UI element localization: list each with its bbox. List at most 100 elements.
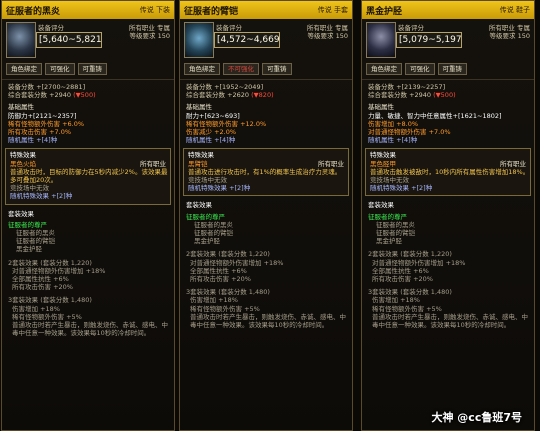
score-value: [5,640~5,821]: [36, 32, 102, 48]
effect-description: 普通攻击进行攻击时，有1%的概率生成治疗力灵魂。: [188, 167, 342, 176]
effect-pvp-note: 竞技场中无效: [10, 184, 49, 193]
set-item: 征服者的臂铠: [16, 237, 55, 246]
special-effect-box: 特殊效果 黑臂铠 所有职业 普通攻击进行攻击时，有1%的概率生成治疗力灵魂。 竞技…: [183, 148, 349, 197]
set2-header: 2套装效果 (套装分数 1,220): [368, 250, 452, 259]
item-tooltip-panel: 征服者的黑炎 传说 下装 装备评分 [5,640~5,821] 所有职业 专属 …: [1, 0, 175, 431]
set-score-line: 综合套装分数 +2940 (▼500): [8, 91, 96, 100]
set3-line: 稀有怪物额外伤害 +5%: [12, 312, 82, 321]
effect-description: 普通攻击时，目标的防御力在5秒内减少2%。该效果最多可叠加20次。: [10, 167, 168, 185]
set2-line: 全部属性抗性 +6%: [190, 266, 247, 275]
set-item: 黑金护胫: [16, 245, 42, 254]
score-value: [5,079~5,197]: [396, 32, 462, 48]
reforge-status-badge: 可重铸: [262, 63, 292, 75]
set-score-delta: (▼500): [433, 91, 456, 100]
effect-description: 普通攻击触发被敌时，10秒内所有属性伤害增加18%。: [370, 167, 530, 176]
set3-line: 伤害增加 +18%: [12, 304, 60, 313]
set-name: 征服者的尊严: [186, 212, 225, 221]
set3-line: 伤害增加 +18%: [190, 296, 238, 305]
score-label: 装备评分: [38, 24, 64, 32]
item-name: 黑金护胫: [366, 6, 403, 17]
item-rarity-slot: 传说 手套: [317, 6, 348, 14]
equip-score-line: 装备分数 +[2139~2257]: [368, 83, 446, 91]
random-attr-line: 随机属性 +[4]种: [368, 136, 418, 145]
set3-line: 普通攻击时若产生暴击，则触发烧伤、赤诚、感电、中毒中任意一种效果。该效果每10秒…: [190, 312, 346, 330]
set-item: 征服者的黑炎: [376, 220, 415, 229]
random-effect-line: 随机特殊效果 +[2]种: [10, 192, 73, 201]
set3-line: 稀有怪物额外伤害 +5%: [372, 304, 442, 313]
set-item: 征服者的黑炎: [194, 220, 233, 229]
base-attr-line: 耐力+[623~693]: [186, 111, 240, 120]
base-attr-title: 基础属性: [186, 103, 212, 112]
set-score-line: 综合套装分数 +2620 (▼820): [186, 91, 274, 100]
special-effect-box: 特殊效果 黑色火焰 所有职业 普通攻击时，目标的防御力在5秒内减少2%。该效果最多…: [5, 148, 171, 205]
bonus-attr-line: 稀有怪物额外伤害 +12.0%: [186, 119, 267, 128]
effect-name: 黑臂铠: [188, 159, 208, 168]
special-effect-title: 特殊效果: [370, 151, 396, 160]
set-item: 征服者的黑炎: [16, 229, 55, 238]
set3-line: 普通攻击时若产生暴击，则触发烧伤、赤诚、感电、中毒中任意一种效果。该效果每10秒…: [372, 312, 528, 330]
base-attr-title: 基础属性: [368, 103, 394, 112]
effect-name: 黑色火焰: [10, 159, 36, 168]
set-item: 征服者的臂铠: [376, 229, 415, 238]
item-name: 征服者的黑炎: [6, 6, 61, 17]
bonus-attr-line: 伤害减少 +2.0%: [186, 128, 237, 137]
level-requirement: 等级要求 150: [307, 32, 348, 40]
base-attr-line: 防御力+[2121~2357]: [8, 111, 77, 120]
random-effect-line: 随机特殊效果 +[2]种: [370, 184, 433, 193]
set-score-delta: (▼820): [251, 91, 274, 100]
score-label: 装备评分: [216, 24, 242, 32]
reforge-status-badge: 可重铸: [77, 63, 107, 75]
set-item: 黑金护胫: [194, 237, 220, 246]
item-tooltip-panel: 黑金护胫 传说 鞋子 装备评分 [5,079~5,197] 所有职业 专属 等级…: [361, 0, 535, 431]
bind-status-badge: 角色绑定: [366, 63, 402, 75]
set3-header: 3套装效果 (套装分数 1,480): [368, 288, 452, 297]
item-tooltip-panel: 征服者的臂铠 传说 手套 装备评分 [4,572~4,669] 所有职业 专属 …: [179, 0, 353, 431]
bind-status-badge: 角色绑定: [6, 63, 42, 75]
watermark-text: 大神 @cc鲁班7号: [431, 411, 522, 424]
score-label: 装备评分: [398, 24, 424, 32]
item-title-bar: 征服者的黑炎 传说 下装: [2, 1, 174, 19]
equip-score-line: 装备分数 +[2700~2881]: [8, 83, 86, 91]
item-title-bar: 黑金护胫 传说 鞋子: [362, 1, 534, 19]
enhance-status-badge: 可强化: [45, 63, 75, 75]
set2-line: 全部属性抗性 +6%: [12, 275, 69, 284]
bind-status-badge: 角色绑定: [184, 63, 220, 75]
set-score-delta: (▼500): [73, 91, 96, 100]
score-value: [4,572~4,669]: [214, 32, 280, 48]
effect-pvp-note: 竞技场中无效: [370, 176, 409, 185]
item-icon: [184, 22, 214, 58]
item-icon: [6, 22, 36, 58]
bonus-attr-line: 所有攻击伤害 +7.0%: [8, 128, 72, 137]
set-item: 黑金护胫: [376, 237, 402, 246]
special-effect-title: 特殊效果: [10, 151, 36, 160]
set2-line: 所有攻击伤害 +20%: [12, 283, 73, 292]
set-item: 征服者的臂铠: [194, 229, 233, 238]
effect-job: 所有职业: [140, 159, 166, 168]
random-attr-line: 随机属性 +[4]种: [8, 136, 58, 145]
item-rarity-slot: 传说 下装: [139, 6, 170, 14]
set2-line: 对普通怪物额外伤害增加 +18%: [12, 266, 106, 275]
bonus-attr-line: 对普通怪物额外伤害 +7.0%: [368, 128, 451, 137]
enhance-status-badge: 可强化: [405, 63, 435, 75]
set2-line: 全部属性抗性 +6%: [372, 266, 429, 275]
set-effect-title: 套装效果: [8, 209, 34, 218]
set-score-line: 综合套装分数 +2940 (▼500): [368, 91, 456, 100]
enhance-status-badge: 不可强化: [223, 63, 259, 75]
item-title-bar: 征服者的臂铠 传说 手套: [180, 1, 352, 19]
set2-line: 对普通怪物额外伤害增加 +18%: [372, 258, 466, 267]
set3-header: 3套装效果 (套装分数 1,480): [186, 288, 270, 297]
set-effect-title: 套装效果: [186, 201, 212, 210]
set3-line: 稀有怪物额外伤害 +5%: [190, 304, 260, 313]
base-attr-title: 基础属性: [8, 103, 34, 112]
random-effect-line: 随机特殊效果 +[2]种: [188, 184, 251, 193]
set-effect-title: 套装效果: [368, 201, 394, 210]
effect-pvp-note: 竞技场中无效: [188, 176, 227, 185]
bonus-attr-line: 伤害增加 +8.0%: [368, 119, 419, 128]
item-name: 征服者的臂铠: [184, 6, 239, 17]
level-requirement: 等级要求 150: [129, 32, 170, 40]
set-name: 征服者的尊严: [368, 212, 407, 221]
set-name: 征服者的尊严: [8, 220, 47, 229]
set2-header: 2套装效果 (套装分数 1,220): [186, 250, 270, 259]
effect-job: 所有职业: [500, 159, 526, 168]
equip-score-line: 装备分数 +[1952~2049]: [186, 83, 264, 91]
